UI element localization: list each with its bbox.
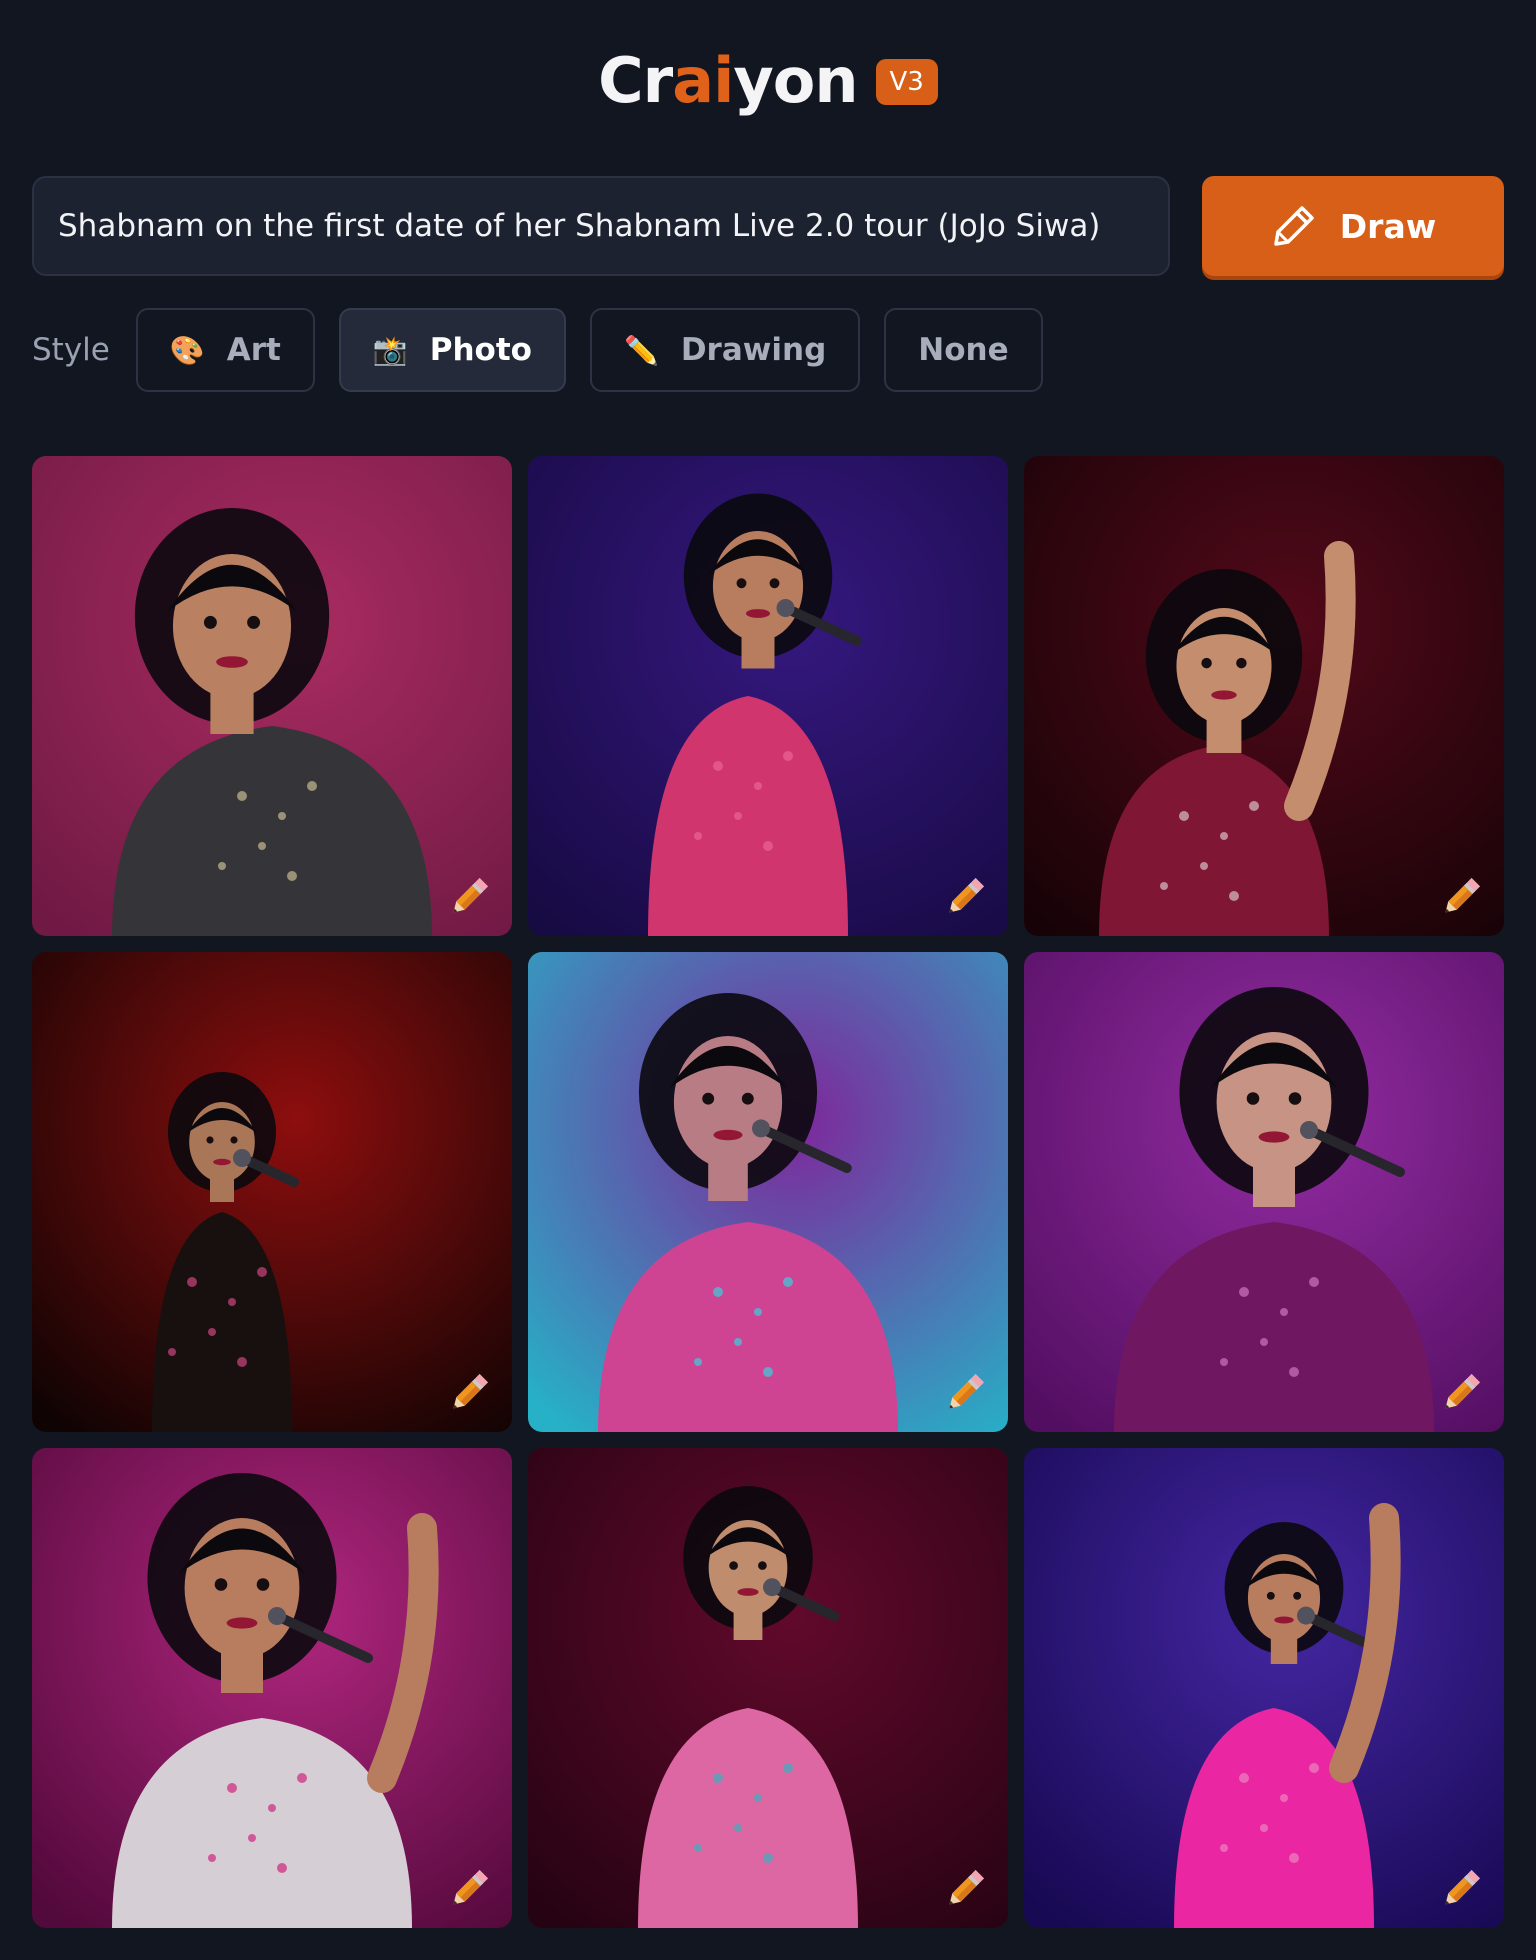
logo[interactable]: Craiyon	[598, 43, 858, 117]
pencil-icon	[1274, 206, 1314, 246]
logo-text-ai: ai	[672, 43, 734, 117]
logo-text-end: yon	[733, 43, 858, 117]
style-option-photo[interactable]: 📸 Photo	[338, 308, 566, 392]
edit-pencil-icon[interactable]	[940, 872, 990, 922]
generated-image	[32, 456, 512, 936]
generated-image	[528, 1448, 1008, 1928]
style-option-label: Drawing	[680, 332, 827, 368]
generated-image-tile[interactable]	[528, 456, 1008, 936]
edit-pencil-icon[interactable]	[1436, 1368, 1486, 1418]
style-option-label: Art	[226, 332, 281, 368]
generated-image-tile[interactable]	[32, 952, 512, 1432]
generated-image	[1024, 952, 1504, 1432]
generated-image	[32, 1448, 512, 1928]
style-selector: Style 🎨 Art 📸 Photo ✏️ Drawing None	[32, 308, 1043, 392]
generated-image-tile[interactable]	[32, 1448, 512, 1928]
edit-pencil-icon[interactable]	[444, 1864, 494, 1914]
generated-image	[1024, 456, 1504, 936]
palette-icon: 🎨	[169, 333, 205, 367]
generated-image-tile[interactable]	[1024, 952, 1504, 1432]
style-option-none[interactable]: None	[884, 308, 1043, 392]
edit-pencil-icon[interactable]	[940, 1864, 990, 1914]
edit-pencil-icon[interactable]	[444, 872, 494, 922]
generated-images-grid	[32, 456, 1504, 1928]
generated-image	[528, 952, 1008, 1432]
style-label: Style	[32, 332, 110, 368]
camera-flash-icon: 📸	[372, 333, 408, 367]
generated-image-tile[interactable]	[528, 1448, 1008, 1928]
draw-button[interactable]: Draw	[1202, 176, 1504, 276]
pencil-icon: ✏️	[623, 333, 659, 367]
generated-image-tile[interactable]	[528, 952, 1008, 1432]
generated-image	[1024, 1448, 1504, 1928]
edit-pencil-icon[interactable]	[1436, 1864, 1486, 1914]
edit-pencil-icon[interactable]	[1436, 872, 1486, 922]
logo-text-start: Cr	[598, 43, 673, 117]
generated-image-tile[interactable]	[1024, 1448, 1504, 1928]
style-option-drawing[interactable]: ✏️ Drawing	[589, 308, 861, 392]
edit-pencil-icon[interactable]	[444, 1368, 494, 1418]
edit-pencil-icon[interactable]	[940, 1368, 990, 1418]
style-option-art[interactable]: 🎨 Art	[135, 308, 315, 392]
style-option-label: Photo	[429, 332, 532, 368]
generated-image	[32, 952, 512, 1432]
generated-image	[528, 456, 1008, 936]
generated-image-tile[interactable]	[32, 456, 512, 936]
style-option-label: None	[918, 332, 1009, 368]
version-badge: V3	[875, 59, 938, 105]
generated-image-tile[interactable]	[1024, 456, 1504, 936]
prompt-row: Draw	[32, 176, 1504, 276]
app-header: Craiyon V3	[0, 40, 1536, 120]
draw-button-label: Draw	[1339, 206, 1437, 246]
prompt-input[interactable]	[32, 176, 1170, 276]
